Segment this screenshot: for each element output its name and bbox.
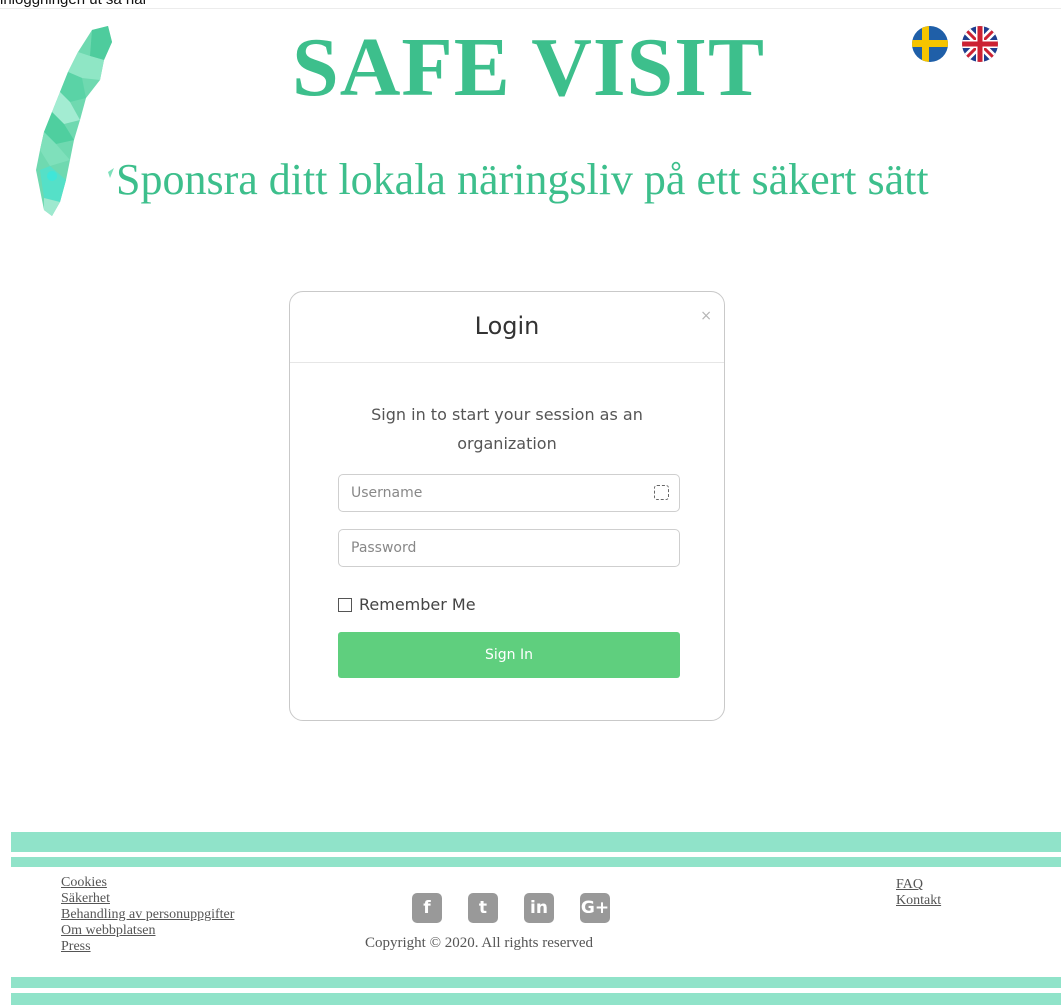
copyright-text: Copyright © 2020. All rights reserved <box>365 935 594 951</box>
google-plus-icon[interactable]: G+ <box>580 893 610 923</box>
remember-me[interactable]: Remember Me <box>338 595 476 614</box>
remember-checkbox[interactable] <box>338 597 352 612</box>
facebook-icon[interactable]: f <box>412 893 442 923</box>
modal-title: Login <box>474 312 540 340</box>
close-button[interactable]: × <box>700 308 712 324</box>
sweden-map-icon <box>36 26 114 216</box>
footer-band <box>11 857 1061 867</box>
security-link[interactable]: Säkerhet <box>61 891 234 907</box>
top-divider <box>0 8 1061 9</box>
site-tagline: Sponsra ditt lokala näringsliv på ett sä… <box>116 155 929 204</box>
login-modal: Login × Sign in to start your session as… <box>289 291 725 721</box>
site-title: SAFE VISIT <box>292 21 765 114</box>
cropped-header-text: inloggningen ut så här <box>0 0 148 8</box>
press-link[interactable]: Press <box>61 939 234 955</box>
uk-flag-icon[interactable] <box>962 26 998 62</box>
social-links: f t in G+ <box>412 893 610 923</box>
remember-label: Remember Me <box>359 595 476 614</box>
contact-link[interactable]: Kontakt <box>896 893 941 909</box>
about-site-link[interactable]: Om webbplatsen <box>61 923 234 939</box>
cookies-link[interactable]: Cookies <box>61 875 234 891</box>
password-input[interactable] <box>338 529 680 567</box>
footer-links-left: Cookies Säkerhet Behandling av personupp… <box>61 875 234 955</box>
faq-link[interactable]: FAQ <box>896 877 941 893</box>
login-message: Sign in to start your session as an orga… <box>371 405 643 453</box>
sign-in-button[interactable]: Sign In <box>338 632 680 678</box>
twitter-icon[interactable]: t <box>468 893 498 923</box>
user-icon <box>654 485 669 500</box>
footer-band <box>11 832 1061 852</box>
personal-data-link[interactable]: Behandling av personuppgifter <box>61 907 234 923</box>
footer-links-right: FAQ Kontakt <box>896 877 941 909</box>
username-input[interactable] <box>338 474 680 512</box>
linkedin-icon[interactable]: in <box>524 893 554 923</box>
footer-band <box>11 977 1061 988</box>
modal-header: Login × <box>290 292 724 363</box>
footer-band <box>11 993 1061 1005</box>
swedish-flag-icon[interactable] <box>912 26 948 62</box>
